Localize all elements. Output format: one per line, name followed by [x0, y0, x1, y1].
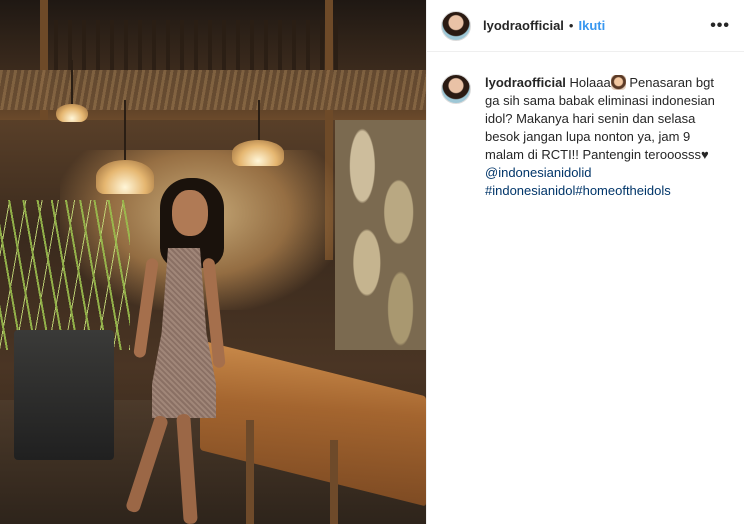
hashtag-link[interactable]: #indonesianidol — [485, 183, 575, 198]
caption-body: lyodraofficial Holaaa Penasaran bgt ga s… — [485, 74, 717, 200]
photo-person — [100, 178, 230, 524]
photo-person-arm — [133, 257, 159, 359]
post-header: lyodraofficial • Ikuti ••• — [427, 0, 744, 52]
heart-icon: ♥ — [701, 147, 709, 162]
photo-person-leg — [124, 414, 170, 514]
username-link[interactable]: lyodraofficial — [483, 18, 564, 33]
photo-lamp — [232, 140, 284, 166]
post-caption: lyodraofficial Holaaa Penasaran bgt ga s… — [427, 52, 744, 200]
avatar[interactable] — [441, 10, 471, 41]
separator-dot: • — [568, 18, 574, 33]
hashtag-link[interactable]: #homeoftheidols — [575, 183, 670, 198]
photo-planter — [14, 330, 114, 460]
follow-button[interactable]: Ikuti — [578, 18, 605, 33]
photo-table-leg — [246, 420, 254, 524]
photo-pendant-cord — [124, 100, 126, 160]
post-photo[interactable] — [0, 0, 426, 524]
photo-stone-wall — [335, 120, 426, 350]
caption-avatar[interactable] — [441, 74, 471, 104]
photo-person-leg — [176, 413, 198, 524]
more-options-icon[interactable]: ••• — [710, 17, 730, 35]
caption-text: Holaaa — [569, 75, 611, 90]
caption-username-link[interactable]: lyodraofficial — [485, 75, 566, 90]
woman-gesturing-emoji-icon — [610, 75, 626, 90]
mention-link[interactable]: @indonesianidolid — [485, 165, 591, 180]
photo-lamp — [56, 104, 88, 122]
post-side-panel: lyodraofficial • Ikuti ••• lyodraofficia… — [426, 0, 744, 524]
photo-person-face — [172, 190, 208, 236]
photo-table-leg — [330, 440, 338, 524]
